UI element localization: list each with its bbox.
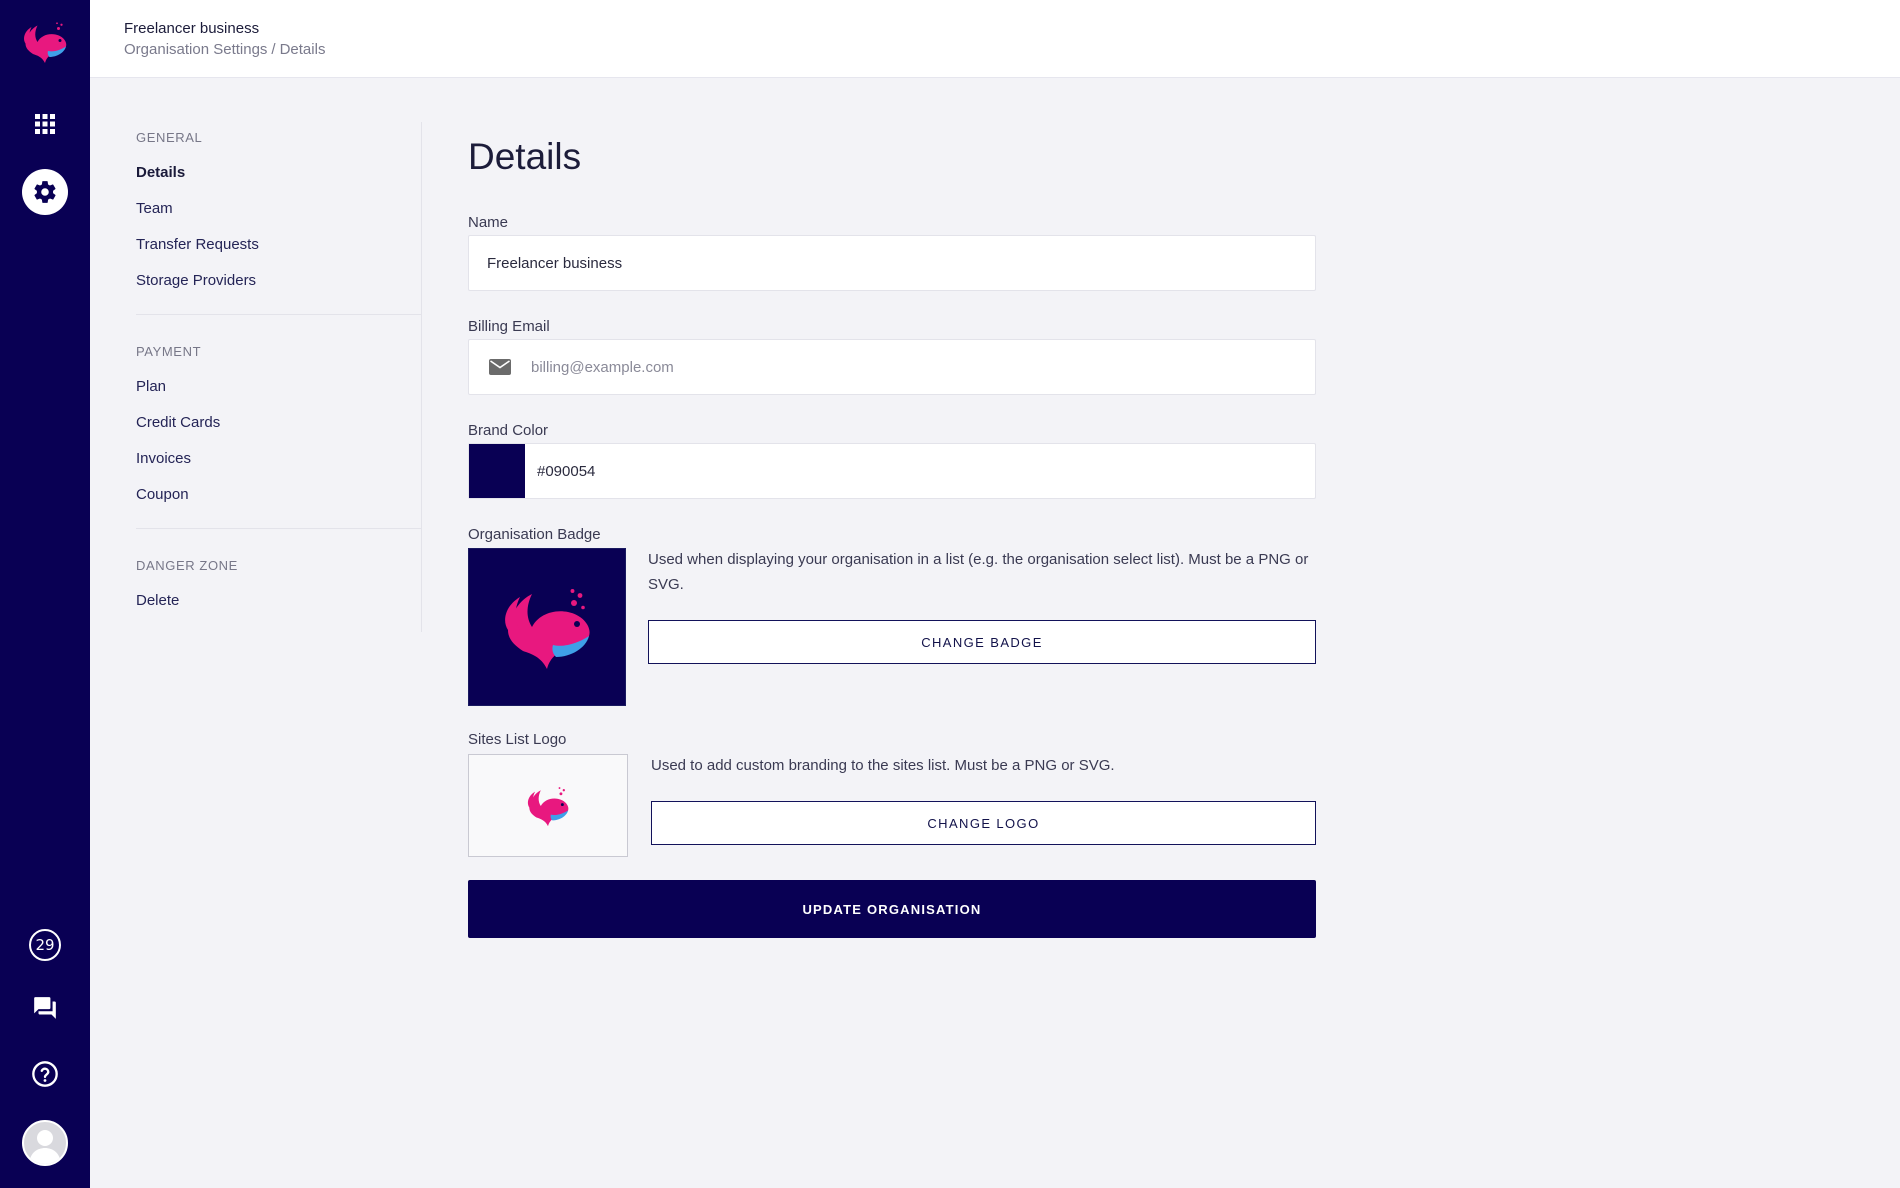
settings-nav-button[interactable] bbox=[0, 168, 90, 216]
whale-badge-icon bbox=[505, 589, 590, 669]
name-input-value: Freelancer business bbox=[487, 254, 623, 272]
nav-heading-danger-zone: DANGER ZONE bbox=[136, 558, 238, 573]
breadcrumb: Organisation Settings / Details bbox=[124, 41, 325, 58]
top-header: Freelancer business Organisation Setting… bbox=[90, 0, 1900, 78]
billing-email-placeholder: billing@example.com bbox=[531, 358, 674, 376]
breadcrumb-details: Details bbox=[279, 41, 326, 58]
nav-section-danger-zone: DANGER ZONE Delete bbox=[136, 558, 422, 619]
organisation-badge-image bbox=[468, 548, 626, 706]
change-badge-button[interactable]: CHANGE BADGE bbox=[648, 620, 1316, 664]
nav-heading-payment: PAYMENT bbox=[136, 344, 202, 359]
avatar-icon bbox=[22, 1120, 68, 1166]
nav-item-coupon[interactable]: Coupon bbox=[136, 477, 422, 513]
nav-divider bbox=[136, 314, 422, 315]
nav-item-details[interactable]: Details bbox=[136, 155, 422, 191]
nav-item-delete[interactable]: Delete bbox=[136, 583, 422, 619]
organisation-badge-label: Organisation Badge bbox=[468, 526, 601, 543]
nav-item-team[interactable]: Team bbox=[136, 191, 422, 227]
page-title: Details bbox=[468, 136, 582, 177]
nav-item-credit-cards[interactable]: Credit Cards bbox=[136, 405, 422, 441]
apps-grid-icon[interactable] bbox=[0, 106, 90, 142]
settings-sidenav: GENERAL Details Team Transfer Requests S… bbox=[136, 122, 422, 632]
org-name: Freelancer business bbox=[124, 20, 260, 37]
settings-gear-icon bbox=[22, 169, 68, 215]
nav-section-payment: PAYMENT Plan Credit Cards Invoices Coupo… bbox=[136, 344, 422, 513]
change-logo-button[interactable]: CHANGE LOGO bbox=[651, 801, 1316, 845]
sites-list-logo-image bbox=[468, 754, 628, 857]
sites-list-logo-description: Used to add custom branding to the sites… bbox=[651, 757, 1115, 774]
nav-item-plan[interactable]: Plan bbox=[136, 369, 422, 405]
brand-color-label: Brand Color bbox=[468, 422, 549, 439]
chat-icon[interactable] bbox=[0, 990, 90, 1026]
brand-color-input[interactable]: #090054 bbox=[468, 443, 1316, 499]
update-organisation-button[interactable]: UPDATE ORGANISATION bbox=[468, 880, 1316, 938]
organisation-badge-description: Used when displaying your organisation i… bbox=[648, 551, 1309, 593]
user-avatar-button[interactable] bbox=[0, 1118, 90, 1168]
billing-email-input[interactable]: billing@example.com bbox=[468, 339, 1316, 395]
nav-section-general: GENERAL Details Team Transfer Requests S… bbox=[136, 130, 422, 299]
billing-email-label: Billing Email bbox=[468, 318, 550, 335]
app-rail: 29 bbox=[0, 0, 90, 1188]
nav-item-transfer-requests[interactable]: Transfer Requests bbox=[136, 227, 422, 263]
updates-button[interactable]: 29 bbox=[0, 927, 90, 963]
updates-count-icon: 29 bbox=[29, 929, 61, 961]
nav-item-storage-providers[interactable]: Storage Providers bbox=[136, 263, 422, 299]
nav-divider bbox=[136, 528, 422, 529]
breadcrumb-organisation-settings[interactable]: Organisation Settings bbox=[124, 41, 267, 58]
breadcrumb-separator: / bbox=[271, 41, 276, 58]
whale-logo-preview-icon bbox=[527, 786, 569, 826]
brand-color-swatch[interactable] bbox=[469, 444, 525, 498]
brand-color-value: #090054 bbox=[537, 462, 596, 480]
name-label: Name bbox=[468, 214, 509, 231]
nav-item-invoices[interactable]: Invoices bbox=[136, 441, 422, 477]
email-icon bbox=[489, 359, 511, 375]
name-input[interactable]: Freelancer business bbox=[468, 235, 1316, 291]
nav-heading-general: GENERAL bbox=[136, 130, 203, 145]
whale-logo-icon[interactable] bbox=[0, 14, 90, 70]
sites-list-logo-label: Sites List Logo bbox=[468, 731, 567, 748]
help-icon[interactable] bbox=[0, 1056, 90, 1092]
